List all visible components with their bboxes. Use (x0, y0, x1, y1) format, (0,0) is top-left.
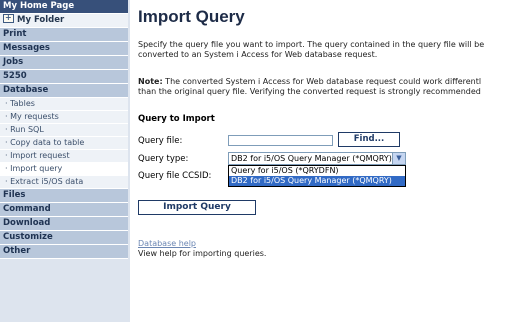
sidebar-item-download[interactable]: Download (0, 217, 128, 231)
page-title: Import Query (138, 7, 245, 26)
sidebar-item-customize[interactable]: Customize (0, 231, 128, 245)
sidebar-subitem-tables[interactable]: · Tables (0, 98, 128, 111)
sidebar-subitem-import-query[interactable]: · Import query (0, 163, 128, 176)
query-file-label: Query file: (138, 136, 183, 146)
query-type-option-selected[interactable]: DB2 for i5/OS Query Manager (*QMQRY) (229, 176, 405, 186)
sidebar-subitem-copy-data[interactable]: · Copy data to table (0, 137, 128, 150)
query-type-option[interactable]: Query for i5/OS (*QRYDFN) (229, 166, 405, 176)
sidebar-item-command[interactable]: Command (0, 203, 128, 217)
query-type-label: Query type: (138, 154, 189, 164)
sidebar-subitem-run-sql[interactable]: · Run SQL (0, 124, 128, 137)
intro-text-line-2: converted to an System i Access for Web … (138, 50, 378, 59)
sidebar-item-print[interactable]: Print (0, 28, 128, 42)
sidebar-item-files[interactable]: Files (0, 189, 128, 203)
database-help-link[interactable]: Database help (138, 239, 196, 248)
sidebar-item-jobs[interactable]: Jobs (0, 56, 128, 70)
sidebar-subitem-import-request[interactable]: · Import request (0, 150, 128, 163)
ccsid-label: Query file CCSID: (138, 171, 212, 181)
import-query-button[interactable]: Import Query (138, 200, 256, 215)
query-type-selected-value: DB2 for i5/OS Query Manager (*QMQRY) (231, 154, 392, 163)
find-button[interactable]: Find... (338, 132, 400, 147)
intro-text-line-1: Specify the query file you want to impor… (138, 40, 485, 49)
sidebar-nav: My Home Page My Folder Print Messages Jo… (0, 0, 130, 322)
sidebar-item-other[interactable]: Other (0, 245, 128, 259)
note-label: Note: (138, 77, 163, 86)
sidebar-item-database[interactable]: Database (0, 84, 128, 98)
folder-icon (3, 11, 14, 24)
query-type-dropdown-list: Query for i5/OS (*QRYDFN) DB2 for i5/OS … (228, 165, 406, 187)
sidebar-item-home[interactable]: My Home Page (0, 0, 128, 14)
sidebar-item-my-folder[interactable]: My Folder (0, 11, 128, 28)
sidebar-item-label: My Folder (17, 15, 65, 25)
section-heading: Query to Import (138, 114, 215, 124)
sidebar-subitem-extract-data[interactable]: · Extract i5/OS data (0, 176, 128, 189)
query-file-input[interactable] (228, 135, 333, 146)
query-type-select[interactable]: DB2 for i5/OS Query Manager (*QMQRY) ▼ (228, 152, 406, 165)
help-description: View help for importing queries. (138, 249, 267, 258)
sidebar-subitem-my-requests[interactable]: · My requests (0, 111, 128, 124)
chevron-down-icon[interactable]: ▼ (392, 153, 405, 164)
note-text-line-1: Note: The converted System i Access for … (138, 77, 482, 86)
note-text-line-2: than the original query file. Verifying … (138, 87, 481, 96)
sidebar-item-5250[interactable]: 5250 (0, 70, 128, 84)
sidebar-item-messages[interactable]: Messages (0, 42, 128, 56)
